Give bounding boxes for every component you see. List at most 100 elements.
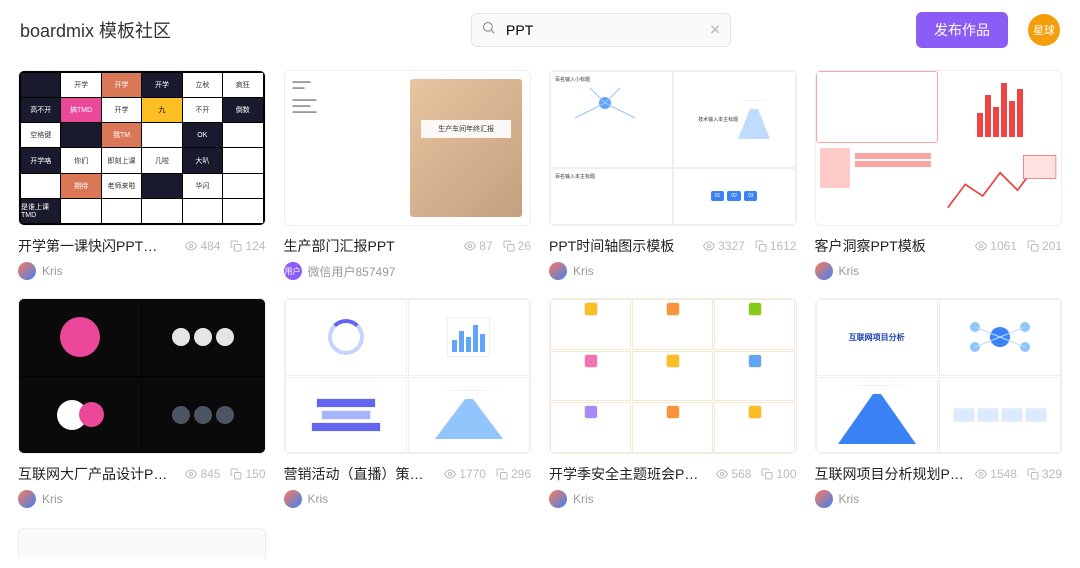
avatar xyxy=(18,490,36,508)
thumb-banner-text: 生产车间年终汇报 xyxy=(421,120,510,138)
thumb-inner-title: 互联网项目分析 xyxy=(849,332,905,343)
brand-title: boardmix 模板社区 xyxy=(20,17,171,43)
template-grid: 开学开学开学立秋疯狂高不开搞TMD开学九不开倒数空格键我TMOK开学咯你们即刻上… xyxy=(0,60,1080,518)
partial-row xyxy=(0,518,1080,568)
template-thumbnail[interactable]: ▬▬▬▬▬▬▬▬▬▬▬▬▬▬▬▬生产车间年终汇报 xyxy=(284,70,532,226)
avatar xyxy=(815,262,833,280)
copy-icon xyxy=(1027,468,1039,480)
copy-icon xyxy=(496,468,508,480)
author-row[interactable]: Kris xyxy=(549,490,797,508)
copies-count: 26 xyxy=(518,239,531,253)
card-title-row: 互联网大厂产品设计PPT模板 845 150 xyxy=(18,464,266,484)
template-thumbnail[interactable]: 百名输入小标题技术输入本主标题百名输入本主标题010203 xyxy=(549,70,797,226)
card-title: 开学季安全主题班会PPT模板 xyxy=(549,464,699,484)
views-stat: 568 xyxy=(716,467,751,481)
card-stats: 484 124 xyxy=(185,239,265,253)
copies-stat: 1612 xyxy=(755,239,797,253)
author-row[interactable]: Kris xyxy=(815,262,1063,280)
views-stat: 1548 xyxy=(975,467,1017,481)
card-title: 互联网项目分析规划PPT... xyxy=(815,464,965,484)
copies-stat: 329 xyxy=(1027,467,1062,481)
copies-stat: 26 xyxy=(503,239,531,253)
author-row[interactable]: 用户 微信用户857497 xyxy=(284,262,532,280)
author-row[interactable]: Kris xyxy=(549,262,797,280)
eye-icon xyxy=(185,240,197,252)
card-title-row: 开学第一课快闪PPT模板 484 124 xyxy=(18,236,266,256)
card-stats: 3327 1612 xyxy=(703,239,796,253)
copy-icon xyxy=(755,240,767,252)
eye-icon xyxy=(975,240,987,252)
author-name: Kris xyxy=(42,264,63,278)
copies-count: 100 xyxy=(776,467,796,481)
copies-stat: 150 xyxy=(230,467,265,481)
copies-stat: 296 xyxy=(496,467,531,481)
template-card: 开学开学开学立秋疯狂高不开搞TMD开学九不开倒数空格键我TMOK开学咯你们即刻上… xyxy=(18,70,266,280)
eye-icon xyxy=(716,468,728,480)
views-count: 568 xyxy=(731,467,751,481)
template-thumbnail[interactable] xyxy=(18,298,266,454)
card-title: 互联网大厂产品设计PPT模板 xyxy=(18,464,168,484)
avatar xyxy=(815,490,833,508)
views-stat: 484 xyxy=(185,239,220,253)
card-title-row: 客户洞察PPT模板 1061 201 xyxy=(815,236,1063,256)
card-stats: 87 26 xyxy=(464,239,531,253)
template-card: ▬▬▬▬▬▬▬▬▬▬▬▬▬▬▬▬生产车间年终汇报 生产部门汇报PPT 87 26… xyxy=(284,70,532,280)
copies-count: 1612 xyxy=(770,239,797,253)
template-thumbnail[interactable] xyxy=(549,298,797,454)
author-row[interactable]: Kris xyxy=(815,490,1063,508)
views-stat: 1061 xyxy=(975,239,1017,253)
card-stats: 1548 329 xyxy=(975,467,1062,481)
template-thumbnail[interactable] xyxy=(284,298,532,454)
avatar xyxy=(284,490,302,508)
search-container: ✕ xyxy=(471,13,731,47)
author-name: Kris xyxy=(839,264,860,278)
author-row[interactable]: Kris xyxy=(18,490,266,508)
search-input[interactable] xyxy=(471,13,731,47)
copies-count: 296 xyxy=(511,467,531,481)
author-name: Kris xyxy=(573,492,594,506)
clear-icon[interactable]: ✕ xyxy=(709,22,721,39)
template-card: 营销活动（直播）策划PP... 1770 296 Kris xyxy=(284,298,532,508)
card-title: PPT时间轴图示模板 xyxy=(549,236,674,256)
card-stats: 568 100 xyxy=(716,467,796,481)
copies-stat: 201 xyxy=(1027,239,1062,253)
search-icon xyxy=(481,20,496,40)
card-title-row: 营销活动（直播）策划PP... 1770 296 xyxy=(284,464,532,484)
eye-icon xyxy=(975,468,987,480)
template-card: 互联网项目分析 互联网项目分析规划PPT... 1548 329 Kris xyxy=(815,298,1063,508)
views-count: 1548 xyxy=(990,467,1017,481)
template-thumbnail-partial[interactable] xyxy=(18,528,266,558)
views-stat: 845 xyxy=(185,467,220,481)
avatar xyxy=(549,490,567,508)
card-title: 生产部门汇报PPT xyxy=(284,236,395,256)
card-title-row: 互联网项目分析规划PPT... 1548 329 xyxy=(815,464,1063,484)
publish-button[interactable]: 发布作品 xyxy=(916,12,1008,48)
copy-icon xyxy=(503,240,515,252)
card-stats: 1770 296 xyxy=(444,467,531,481)
author-name: Kris xyxy=(42,492,63,506)
views-count: 1770 xyxy=(459,467,486,481)
copies-count: 124 xyxy=(245,239,265,253)
template-card: 客户洞察PPT模板 1061 201 Kris xyxy=(815,70,1063,280)
community-badge[interactable]: 星球 xyxy=(1028,14,1060,46)
avatar xyxy=(549,262,567,280)
copies-count: 329 xyxy=(1042,467,1062,481)
card-title: 营销活动（直播）策划PP... xyxy=(284,464,434,484)
author-name: Kris xyxy=(308,492,329,506)
template-thumbnail[interactable] xyxy=(815,70,1063,226)
copies-stat: 100 xyxy=(761,467,796,481)
views-count: 1061 xyxy=(990,239,1017,253)
card-title: 客户洞察PPT模板 xyxy=(815,236,926,256)
card-title-row: PPT时间轴图示模板 3327 1612 xyxy=(549,236,797,256)
avatar: 用户 xyxy=(284,262,302,280)
copy-icon xyxy=(761,468,773,480)
author-name: Kris xyxy=(839,492,860,506)
copy-icon xyxy=(1027,240,1039,252)
views-stat: 3327 xyxy=(703,239,745,253)
template-thumbnail[interactable]: 互联网项目分析 xyxy=(815,298,1063,454)
card-title-row: 生产部门汇报PPT 87 26 xyxy=(284,236,532,256)
template-thumbnail[interactable]: 开学开学开学立秋疯狂高不开搞TMD开学九不开倒数空格键我TMOK开学咯你们即刻上… xyxy=(18,70,266,226)
author-row[interactable]: Kris xyxy=(284,490,532,508)
template-card: 开学季安全主题班会PPT模板 568 100 Kris xyxy=(549,298,797,508)
author-row[interactable]: Kris xyxy=(18,262,266,280)
